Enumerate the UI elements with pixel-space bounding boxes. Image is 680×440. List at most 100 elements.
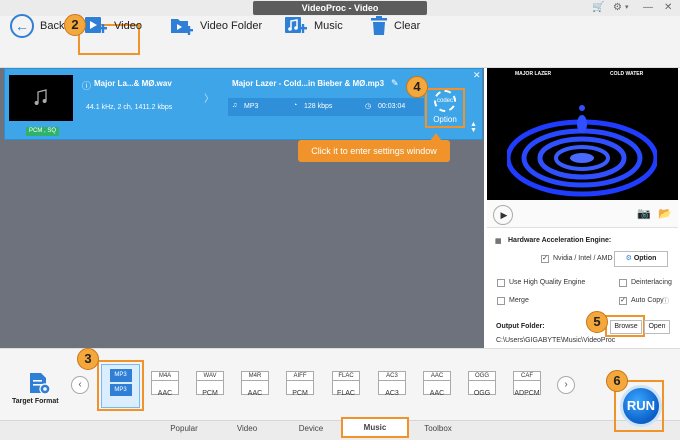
wav-ext: WAV — [196, 371, 224, 381]
reorder-arrows-icon[interactable]: ▲ ▼ — [470, 121, 477, 134]
m4r-codec: AAC — [247, 390, 263, 397]
run-button[interactable]: RUN — [620, 385, 662, 427]
step-badge-3: 3 — [77, 348, 99, 370]
minimize-icon[interactable]: — — [643, 2, 653, 14]
mp3-top: MP3 — [109, 369, 132, 382]
edit-name-icon[interactable]: ✎ — [391, 78, 399, 89]
output-file-name: Major Lazer - Cold...in Bieber & MØ.mp3 — [232, 79, 385, 88]
codec-chip: PCM , SQ — [26, 127, 59, 136]
clear-button[interactable]: Clear — [370, 11, 420, 41]
help-icon[interactable]: ⓘ — [662, 296, 669, 306]
tab-toolbox[interactable]: Toolbox — [404, 420, 472, 438]
add-video-button[interactable]: Video — [84, 11, 142, 41]
tab-popular[interactable]: Popular — [150, 420, 218, 438]
remove-item-icon[interactable]: ✕ — [473, 70, 481, 81]
add-music-icon — [285, 17, 307, 33]
auto-copy-checkbox[interactable]: ✓ — [619, 297, 627, 305]
high-quality-label: Use High Quality Engine — [509, 279, 586, 286]
caf-codec: ADPCM — [514, 390, 540, 397]
aac-ext: AAC — [423, 371, 451, 381]
target-format-icon — [27, 371, 51, 395]
tab-video[interactable]: Video — [213, 420, 281, 438]
output-bitrate: 128 kbps — [304, 103, 333, 110]
ogg-ext: OGG — [468, 371, 496, 381]
nvidia-label: Nvidia / Intel / AMD — [553, 255, 613, 262]
tab-device[interactable]: Device — [277, 420, 345, 438]
aiff-ext: AIFF — [286, 371, 314, 381]
format-mp3-selected[interactable]: MP3 MP3 — [101, 364, 140, 408]
deinterlacing-label: Deinterlacing — [631, 279, 672, 286]
video-folder-icon — [171, 19, 193, 35]
cart-icon[interactable]: 🛒 — [592, 2, 604, 14]
mp3-bottom: MP3 — [109, 384, 132, 396]
preview-artist-text: MAJOR LAZER — [515, 71, 552, 77]
info-icon[interactable]: ⓘ — [82, 79, 91, 92]
source-file-info: 44.1 kHz, 2 ch, 1411.2 kbps — [86, 104, 173, 111]
aiff-codec: PCM — [292, 390, 308, 397]
gear-icon[interactable]: ⚙ — [613, 2, 622, 14]
source-file-name: Major La...& MØ.wav — [94, 79, 172, 88]
codec-option-button[interactable]: codec Option — [429, 90, 461, 126]
browse-button[interactable]: Browse — [610, 320, 642, 334]
preview-title-text: COLD WATER — [610, 71, 644, 77]
codec-gear-icon: codec — [434, 90, 456, 112]
chevron-down-icon[interactable]: ▾ — [625, 2, 629, 14]
caf-ext: CAF — [513, 371, 541, 381]
hw-option-label: Option — [633, 255, 657, 262]
step-badge-4: 4 — [406, 76, 428, 98]
music-note-icon — [34, 89, 47, 105]
flac-codec: FLAC — [337, 390, 355, 397]
format-next-button[interactable]: › — [557, 376, 575, 394]
add-video-folder-button[interactable]: Video Folder — [170, 11, 262, 41]
back-label: Back — [40, 20, 65, 32]
m4a-codec: AAC — [157, 390, 173, 397]
ogg-codec: OGG — [473, 390, 491, 397]
step-badge-6: 6 — [606, 370, 628, 392]
add-music-button[interactable]: Music — [284, 11, 343, 41]
ac3-codec: AC3 — [385, 390, 399, 397]
format-prev-button[interactable]: ‹ — [71, 376, 89, 394]
open-button[interactable]: Open — [644, 320, 670, 334]
flac-ext: FLAC — [332, 371, 360, 381]
hardware-icon: ▦ — [495, 238, 502, 245]
deinterlacing-checkbox[interactable] — [619, 279, 627, 287]
hw-accel-title: Hardware Acceleration Engine: — [508, 237, 612, 244]
water-drop-artwork — [507, 105, 657, 197]
clear-label: Clear — [394, 20, 421, 32]
trash-icon — [371, 16, 387, 35]
settings-tooltip: Click it to enter settings window — [298, 140, 450, 162]
merge-checkbox[interactable] — [497, 297, 505, 305]
output-folder-label: Output Folder: — [496, 323, 545, 330]
wav-codec: PCM — [202, 390, 218, 397]
back-button[interactable]: ← Back — [10, 11, 64, 41]
add-video-icon — [85, 17, 107, 33]
close-icon[interactable]: ✕ — [664, 2, 672, 14]
play-button[interactable]: ▶ — [493, 205, 513, 225]
video-label: Video — [114, 20, 142, 32]
music-note-small-icon: ♫ — [232, 102, 238, 109]
target-format-label: Target Format — [12, 398, 59, 405]
play-icon: ▶ — [500, 209, 508, 220]
audio-thumbnail — [9, 75, 73, 121]
clock-icon: ◷ — [365, 103, 372, 110]
output-duration: 00:03:04 — [378, 103, 406, 110]
video-folder-label: Video Folder — [200, 20, 263, 32]
folder-icon[interactable]: 📂 — [658, 207, 672, 220]
aac-codec: AAC — [429, 390, 445, 397]
m4r-ext: M4R — [241, 371, 269, 381]
auto-copy-label: Auto Copy — [631, 297, 664, 304]
step-badge-2: 2 — [64, 14, 86, 36]
merge-label: Merge — [509, 297, 529, 304]
back-arrow-icon: ← — [10, 14, 34, 38]
camera-icon[interactable]: 📷 — [637, 207, 651, 220]
tab-music[interactable]: Music — [341, 417, 409, 438]
codec-option-label: Option — [433, 115, 457, 124]
ac3-ext: AC3 — [378, 371, 406, 381]
music-label: Music — [314, 20, 343, 32]
m4a-ext: M4A — [151, 371, 179, 381]
step-badge-5: 5 — [586, 311, 608, 333]
nvidia-checkbox[interactable]: ✓ — [541, 255, 549, 263]
bitrate-icon: ◔ — [293, 102, 298, 109]
hw-option-button[interactable]: ⚙ Option — [614, 251, 668, 267]
high-quality-checkbox[interactable] — [497, 279, 505, 287]
